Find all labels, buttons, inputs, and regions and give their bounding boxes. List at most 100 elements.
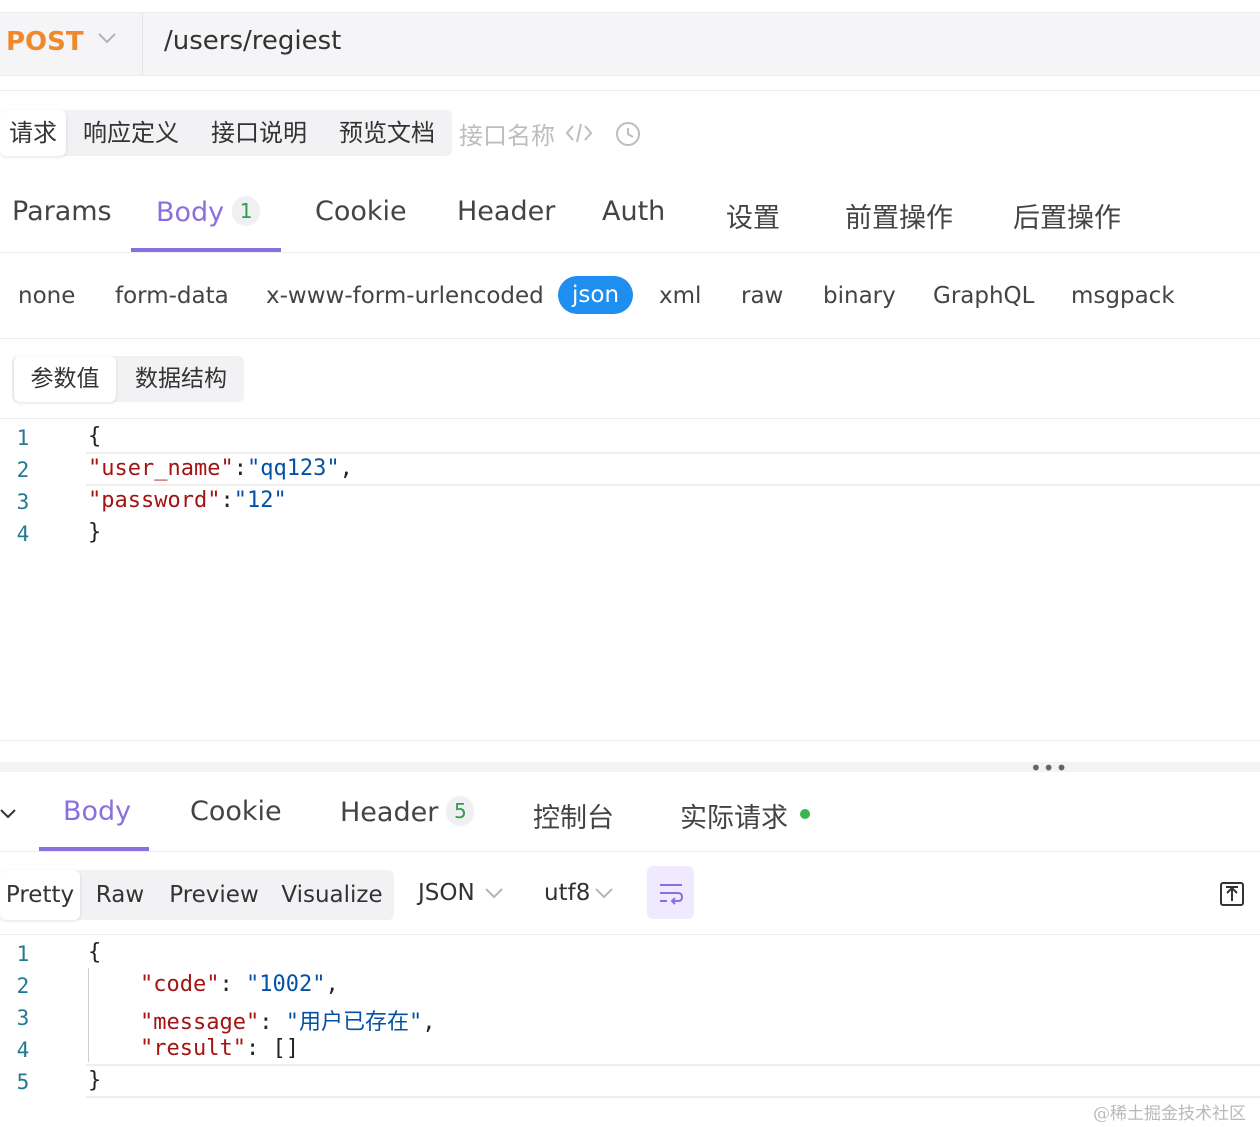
divider [0, 90, 1260, 91]
code-line: } [88, 1068, 102, 1093]
code-line: "user_name":"qq123", [88, 456, 353, 481]
json-key: "password" [88, 488, 221, 513]
response-tab-header-label: Header [340, 797, 439, 828]
chevron-down-icon[interactable] [0, 804, 16, 822]
format-raw[interactable]: Raw [84, 870, 156, 920]
json-key: "user_name" [88, 456, 234, 481]
tab-request[interactable]: 请求 [0, 110, 66, 156]
response-tab-body[interactable]: Body [63, 796, 131, 827]
body-type-raw[interactable]: raw [741, 283, 783, 309]
body-type-graphql[interactable]: GraphQL [933, 283, 1034, 309]
json-colon: : [245, 1036, 273, 1061]
interface-name-input[interactable]: 接口名称 [459, 116, 555, 151]
chevron-down-icon[interactable] [594, 883, 614, 903]
param-view-tabs: 参数值 数据结构 [12, 356, 244, 402]
response-tab-console[interactable]: 控制台 [533, 796, 614, 835]
tab-cookie[interactable]: Cookie [315, 196, 407, 227]
response-tab-cookie[interactable]: Cookie [190, 796, 282, 827]
tab-pre-processors[interactable]: 前置操作 [845, 196, 953, 235]
divider [0, 740, 1260, 741]
tab-settings[interactable]: 设置 [726, 196, 780, 235]
http-method-select[interactable]: POST [6, 27, 84, 57]
divider [0, 338, 1260, 339]
response-type-dropdown[interactable]: JSON [418, 880, 475, 906]
code-line: } [88, 520, 102, 545]
tab-body[interactable]: Body 1 [156, 196, 261, 228]
json-value: [] [272, 1036, 299, 1061]
tab-preview-doc[interactable]: 预览文档 [324, 110, 450, 156]
drag-handle-icon[interactable]: ••• [1030, 756, 1068, 780]
word-wrap-icon[interactable] [657, 880, 685, 906]
body-type-msgpack[interactable]: msgpack [1071, 283, 1175, 309]
response-tab-header[interactable]: Header 5 [340, 796, 475, 828]
tab-data-structure[interactable]: 数据结构 [120, 356, 242, 402]
json-colon: : [233, 456, 247, 481]
body-type-json[interactable]: json [558, 276, 634, 314]
json-colon: : [220, 488, 234, 513]
format-preview[interactable]: Preview [162, 870, 266, 920]
line-number: 3 [16, 490, 30, 514]
code-line: "password":"12" [88, 488, 287, 513]
watermark: @稀土掘金技术社区 [1093, 1104, 1246, 1124]
tab-post-processors[interactable]: 后置操作 [1013, 196, 1121, 235]
chevron-down-icon[interactable] [96, 27, 118, 49]
tab-api-description[interactable]: 接口说明 [196, 110, 322, 156]
body-type-form-data[interactable]: form-data [115, 283, 229, 309]
line-number: 4 [16, 1038, 30, 1062]
line-number: 1 [16, 426, 30, 450]
body-type-xml[interactable]: xml [659, 283, 701, 309]
json-key: "message" [140, 1010, 260, 1035]
line-number: 4 [16, 522, 30, 546]
line-number: 5 [16, 1070, 30, 1094]
json-key: "code" [140, 972, 220, 997]
divider [0, 934, 1260, 935]
current-line-highlight [86, 1064, 1260, 1098]
json-value: "qq123" [246, 456, 340, 481]
panel-splitter[interactable] [0, 762, 1260, 772]
code-icon[interactable] [564, 120, 594, 146]
export-icon[interactable] [1218, 880, 1246, 908]
json-value: "用户已存在" [285, 1010, 423, 1035]
chevron-down-icon[interactable] [484, 883, 504, 903]
divider [0, 851, 1260, 852]
tab-header[interactable]: Header [457, 196, 555, 227]
url-bar: POST /users/regiest [0, 12, 1260, 76]
body-type-binary[interactable]: binary [823, 283, 896, 309]
response-format-tabs: Pretty Raw Preview Visualize [0, 870, 394, 920]
body-type-urlencoded[interactable]: x-www-form-urlencoded [266, 283, 544, 309]
tab-body-label: Body [156, 197, 225, 228]
header-count-badge: 5 [446, 796, 475, 826]
json-comma: , [325, 972, 339, 997]
tab-params[interactable]: Params [12, 196, 112, 227]
json-value: "1002" [245, 972, 326, 997]
json-value: "12" [233, 488, 287, 513]
encoding-value: utf8 [544, 880, 591, 906]
request-body-editor[interactable]: 1 2 3 4 { "user_name":"qq123", "password… [0, 420, 1260, 740]
body-type-none[interactable]: none [18, 283, 75, 309]
encoding-dropdown[interactable]: utf8 [544, 880, 590, 906]
url-input[interactable]: /users/regiest [164, 26, 341, 56]
divider [142, 13, 143, 75]
response-body-viewer[interactable]: 1 2 3 4 5 { "code": "1002", "message": "… [0, 936, 1260, 1098]
json-colon: : [259, 1010, 286, 1035]
line-number: 2 [16, 458, 30, 482]
line-number: 2 [16, 974, 30, 998]
json-key: "result" [140, 1036, 246, 1061]
line-number: 3 [16, 1006, 30, 1030]
tab-response-definition[interactable]: 响应定义 [68, 110, 194, 156]
json-comma: , [422, 1010, 436, 1035]
format-pretty[interactable]: Pretty [0, 870, 80, 920]
tab-param-values[interactable]: 参数值 [14, 356, 116, 402]
code-line: { [88, 940, 102, 965]
code-line: "code": "1002", [140, 972, 339, 997]
divider [0, 418, 1260, 419]
code-line: "message": "用户已存在", [140, 1004, 435, 1036]
body-count-badge: 1 [232, 196, 261, 226]
indent-guide [88, 968, 89, 1062]
history-icon[interactable] [614, 120, 642, 148]
code-line: "result": [] [140, 1036, 299, 1061]
doc-tabs: 请求 响应定义 接口说明 预览文档 [0, 110, 452, 156]
format-visualize[interactable]: Visualize [272, 870, 392, 920]
tab-auth[interactable]: Auth [602, 196, 665, 227]
response-tab-actual-request[interactable]: 实际请求 [680, 796, 788, 835]
